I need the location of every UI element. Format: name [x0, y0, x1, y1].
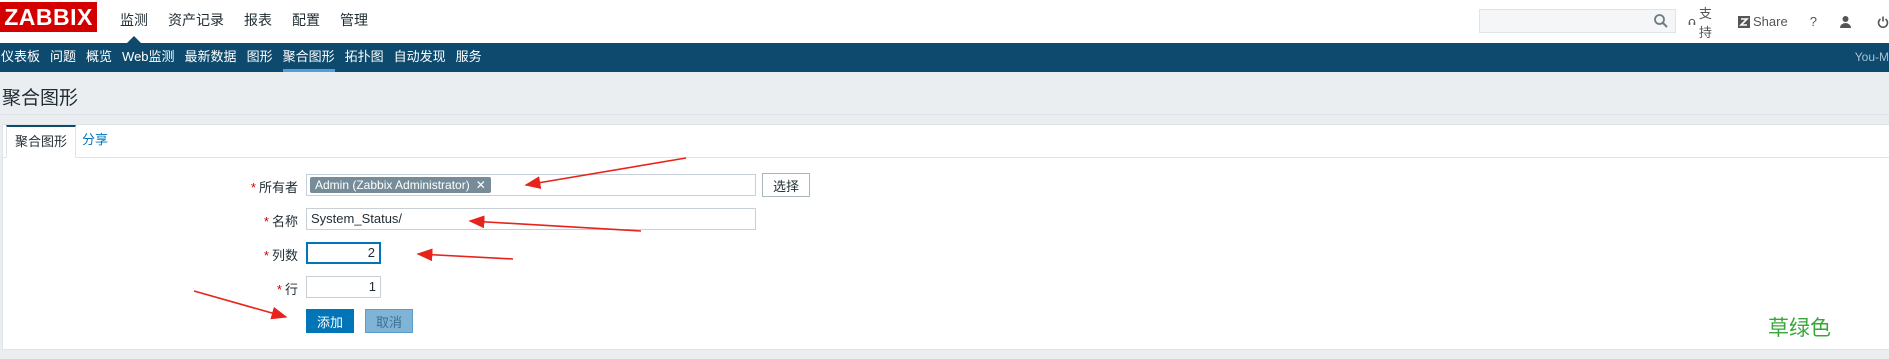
support-link[interactable]: 支持: [1688, 3, 1716, 41]
support-label: 支持: [1698, 5, 1712, 40]
remove-tag-icon[interactable]: ✕: [476, 177, 486, 193]
share-link[interactable]: Share: [1738, 14, 1788, 29]
required-asterisk: *: [276, 282, 282, 297]
help-link[interactable]: ?: [1810, 14, 1817, 29]
name-label: * 名称: [264, 211, 298, 230]
main-menu: 监测 资产记录 报表 配置 管理: [110, 0, 378, 43]
signout-link[interactable]: [1877, 16, 1889, 28]
rows-label: * 行: [277, 279, 298, 298]
sub-menu-bar: 仪表板 问题 概览 Web监测 最新数据 图形 聚合图形 拓扑图 自动发现 服务…: [0, 43, 1889, 72]
top-bar: ZABBIX 监测 资产记录 报表 配置 管理 支持 Share ?: [0, 0, 1889, 43]
user-icon: [1839, 16, 1851, 28]
share-label: Share: [1753, 14, 1788, 29]
sub-menu-screens[interactable]: 聚合图形: [282, 43, 344, 72]
select-owner-button[interactable]: 选择: [762, 173, 810, 197]
owner-tag: Admin (Zabbix Administrator) ✕: [310, 177, 491, 193]
owner-multiselect[interactable]: Admin (Zabbix Administrator) ✕: [306, 174, 756, 196]
columns-input[interactable]: 2: [306, 242, 381, 264]
owner-tag-label: Admin (Zabbix Administrator): [315, 178, 470, 192]
sub-menu-graphs[interactable]: 图形: [246, 43, 282, 72]
tab-screen[interactable]: 聚合图形: [6, 125, 77, 158]
page-header: 聚合图形: [0, 72, 1889, 115]
menu-inventory[interactable]: 资产记录: [158, 0, 234, 43]
help-icon: ?: [1809, 14, 1817, 29]
sub-menu-dashboard[interactable]: 仪表板: [0, 43, 49, 72]
search-input[interactable]: [1479, 9, 1676, 33]
sub-menu-overview[interactable]: 概览: [85, 43, 121, 72]
sub-menu-user[interactable]: You-M: [1855, 43, 1889, 71]
search-icon[interactable]: [1653, 13, 1669, 29]
menu-reports[interactable]: 报表: [234, 0, 282, 43]
owner-label: * 所有者: [251, 177, 298, 196]
annotation-note: 草绿色: [1768, 317, 1831, 340]
required-asterisk: *: [250, 180, 256, 195]
columns-label: * 列数: [264, 245, 298, 264]
owner-label-text: 所有者: [258, 180, 298, 195]
headset-icon: [1688, 18, 1696, 25]
sub-menu: 仪表板 问题 概览 Web监测 最新数据 图形 聚合图形 拓扑图 自动发现 服务: [0, 43, 491, 72]
name-input[interactable]: System_Status/: [306, 208, 756, 230]
required-asterisk: *: [263, 248, 269, 263]
menu-administration[interactable]: 管理: [330, 0, 378, 43]
name-row: * 名称 System_Status/: [3, 207, 1889, 233]
sub-menu-problems[interactable]: 问题: [49, 43, 85, 72]
page-title: 聚合图形: [2, 88, 79, 109]
sub-menu-discovery[interactable]: 自动发现: [393, 43, 455, 72]
menu-configuration[interactable]: 配置: [282, 0, 330, 43]
power-icon: [1877, 16, 1889, 28]
share-logo-icon: [1738, 15, 1751, 28]
owner-row: * 所有者 Admin (Zabbix Administrator) ✕ 选择: [3, 173, 1889, 199]
zabbix-logo[interactable]: ZABBIX: [0, 2, 97, 32]
sub-menu-maps[interactable]: 拓扑图: [344, 43, 393, 72]
add-button[interactable]: 添加: [306, 309, 354, 333]
sub-menu-services[interactable]: 服务: [455, 43, 491, 72]
sub-menu-web[interactable]: Web监测: [121, 43, 184, 72]
top-right-links: 支持 Share ?: [1688, 0, 1889, 43]
tab-bar: 聚合图形 分享: [3, 125, 1889, 158]
sub-menu-latest-data[interactable]: 最新数据: [184, 43, 246, 72]
tab-sharing[interactable]: 分享: [74, 125, 116, 156]
menu-monitoring[interactable]: 监测: [110, 0, 158, 43]
rows-row: * 行 1: [3, 275, 1889, 301]
form-panel: 聚合图形 分享 * 所有者 Admin (Zabbix Administrator…: [2, 124, 1889, 350]
name-label-text: 名称: [271, 214, 298, 229]
buttons-row: 添加 取消: [3, 309, 1889, 335]
profile-link[interactable]: [1839, 15, 1855, 28]
rows-label-text: 行: [284, 282, 298, 297]
required-asterisk: *: [263, 214, 269, 229]
columns-row: * 列数 2: [3, 241, 1889, 267]
cancel-button[interactable]: 取消: [365, 309, 413, 333]
rows-input[interactable]: 1: [306, 276, 381, 298]
columns-label-text: 列数: [271, 248, 298, 263]
